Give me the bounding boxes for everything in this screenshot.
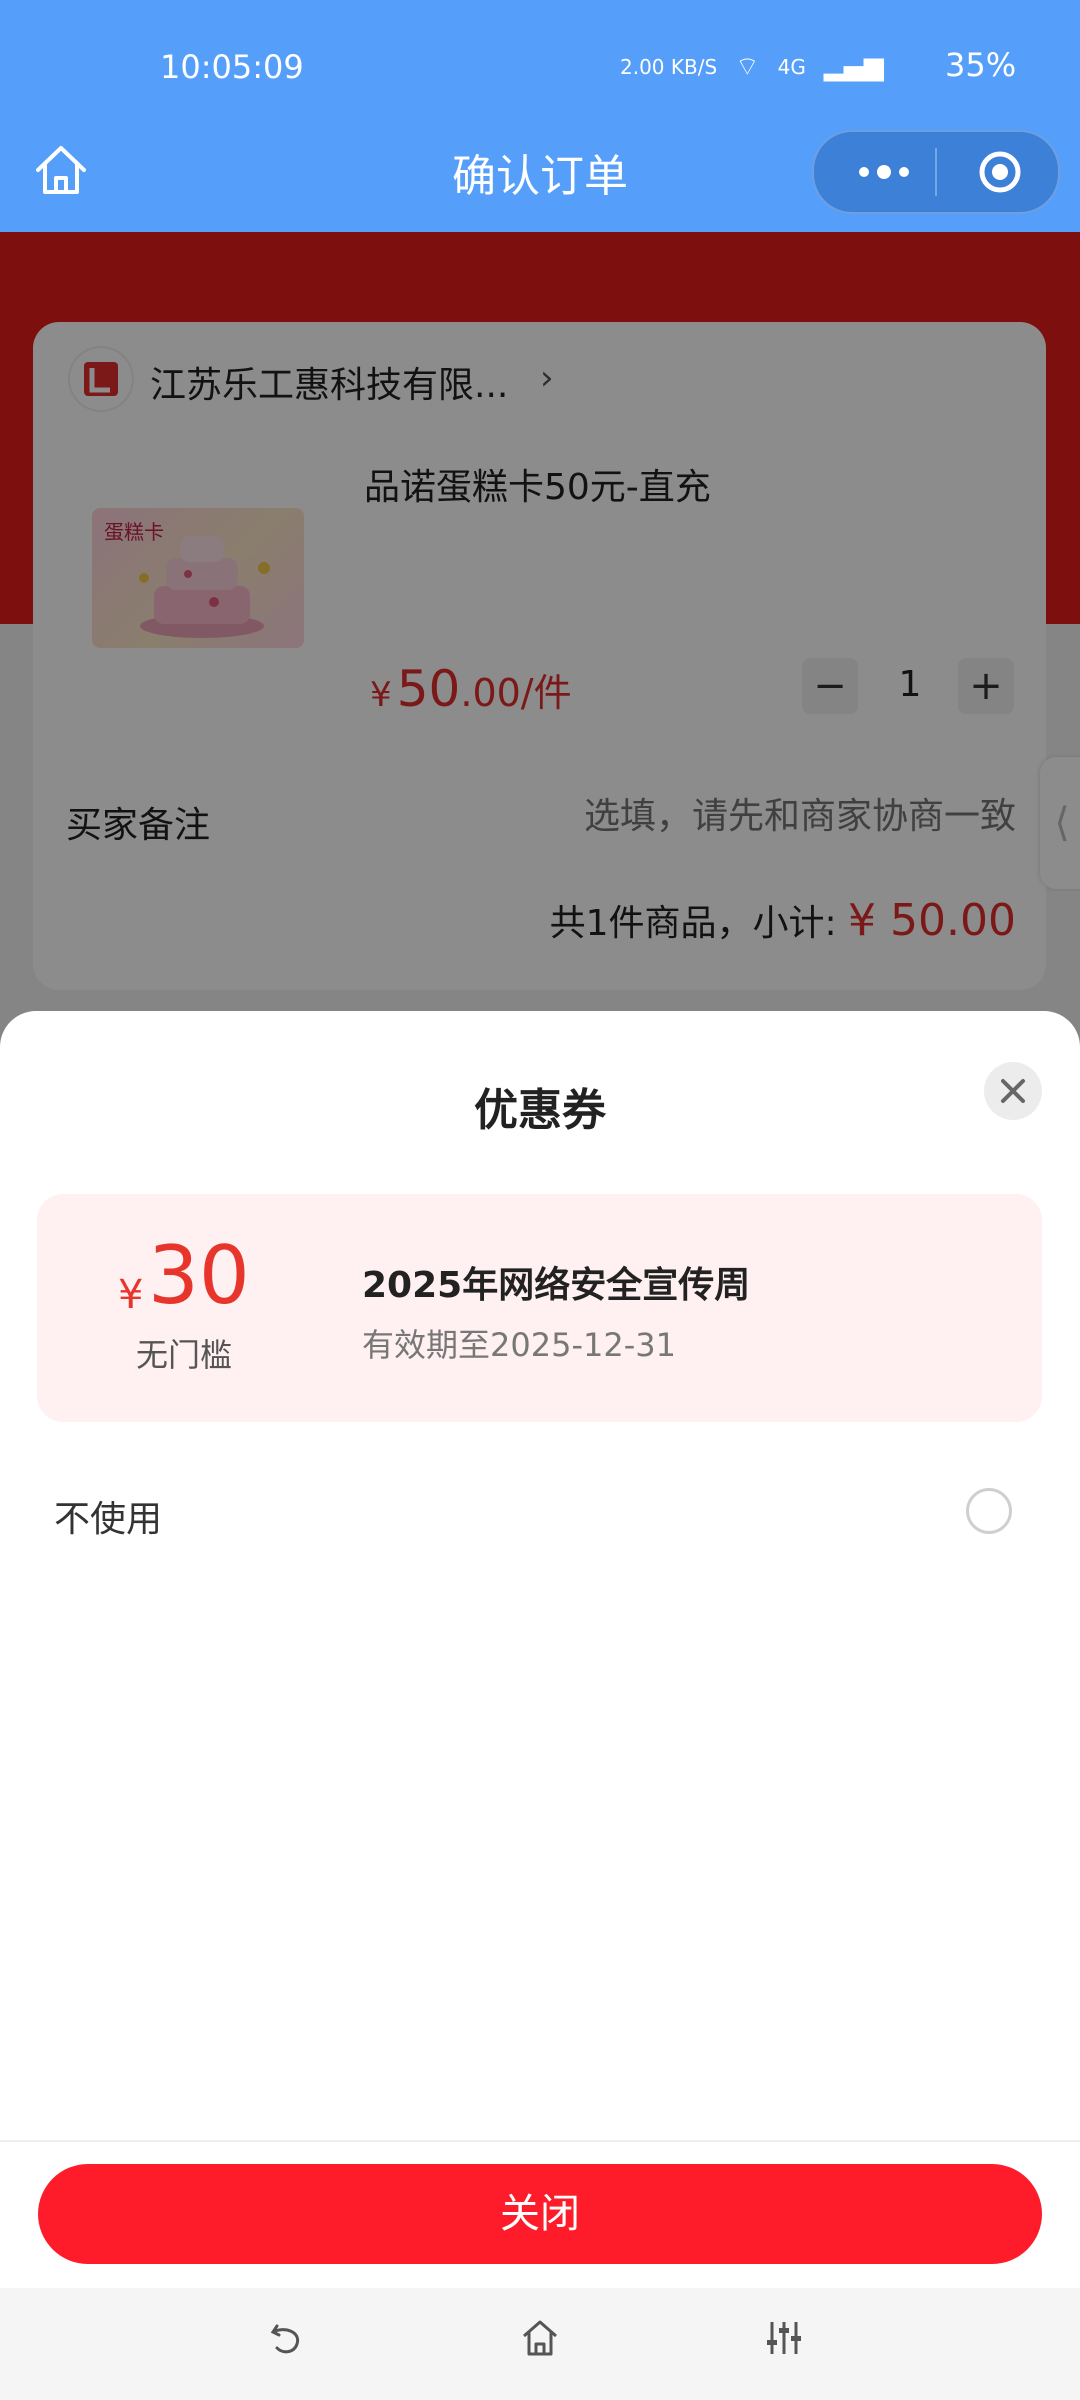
signal-label: 4G <box>777 54 806 79</box>
coupon-currency: ¥ <box>118 1272 144 1318</box>
back-icon[interactable] <box>265 2316 309 2360</box>
target-circle-icon[interactable] <box>976 148 1024 196</box>
net-speed: 2.00 KB/S <box>620 54 718 79</box>
coupon-validity: 有效期至2025-12-31 <box>362 1326 676 1364</box>
battery-level: 35% <box>945 46 1017 84</box>
coupon-name: 2025年网络安全宣传周 <box>362 1265 751 1306</box>
sheet-title: 优惠券 <box>474 1085 606 1136</box>
close-button[interactable]: 关闭 <box>38 2164 1042 2264</box>
coupon-amount: 30 <box>148 1229 250 1322</box>
more-dots-icon[interactable] <box>854 156 914 188</box>
close-icon <box>1001 1079 1025 1103</box>
sheet-footer-divider <box>0 2140 1080 2142</box>
signal-icon: ▂▄▆ <box>823 51 884 82</box>
system-nav-bar <box>0 2288 1080 2400</box>
miniprogram-capsule <box>812 130 1060 214</box>
home-nav-icon[interactable] <box>518 2316 562 2360</box>
close-sheet-button[interactable] <box>984 1062 1042 1120</box>
wifi-icon: ⌔ <box>735 52 760 82</box>
capsule-divider <box>935 148 937 196</box>
coupon-condition: 无门槛 <box>135 1336 232 1374</box>
status-icons: 2.00 KB/S ⌔ 4G ▂▄▆ <box>620 50 884 83</box>
no-use-radio[interactable] <box>966 1488 1012 1534</box>
status-time: 10:05:09 <box>160 48 304 86</box>
settings-sliders-icon[interactable] <box>762 2316 806 2360</box>
no-use-label[interactable]: 不使用 <box>54 1490 162 1542</box>
